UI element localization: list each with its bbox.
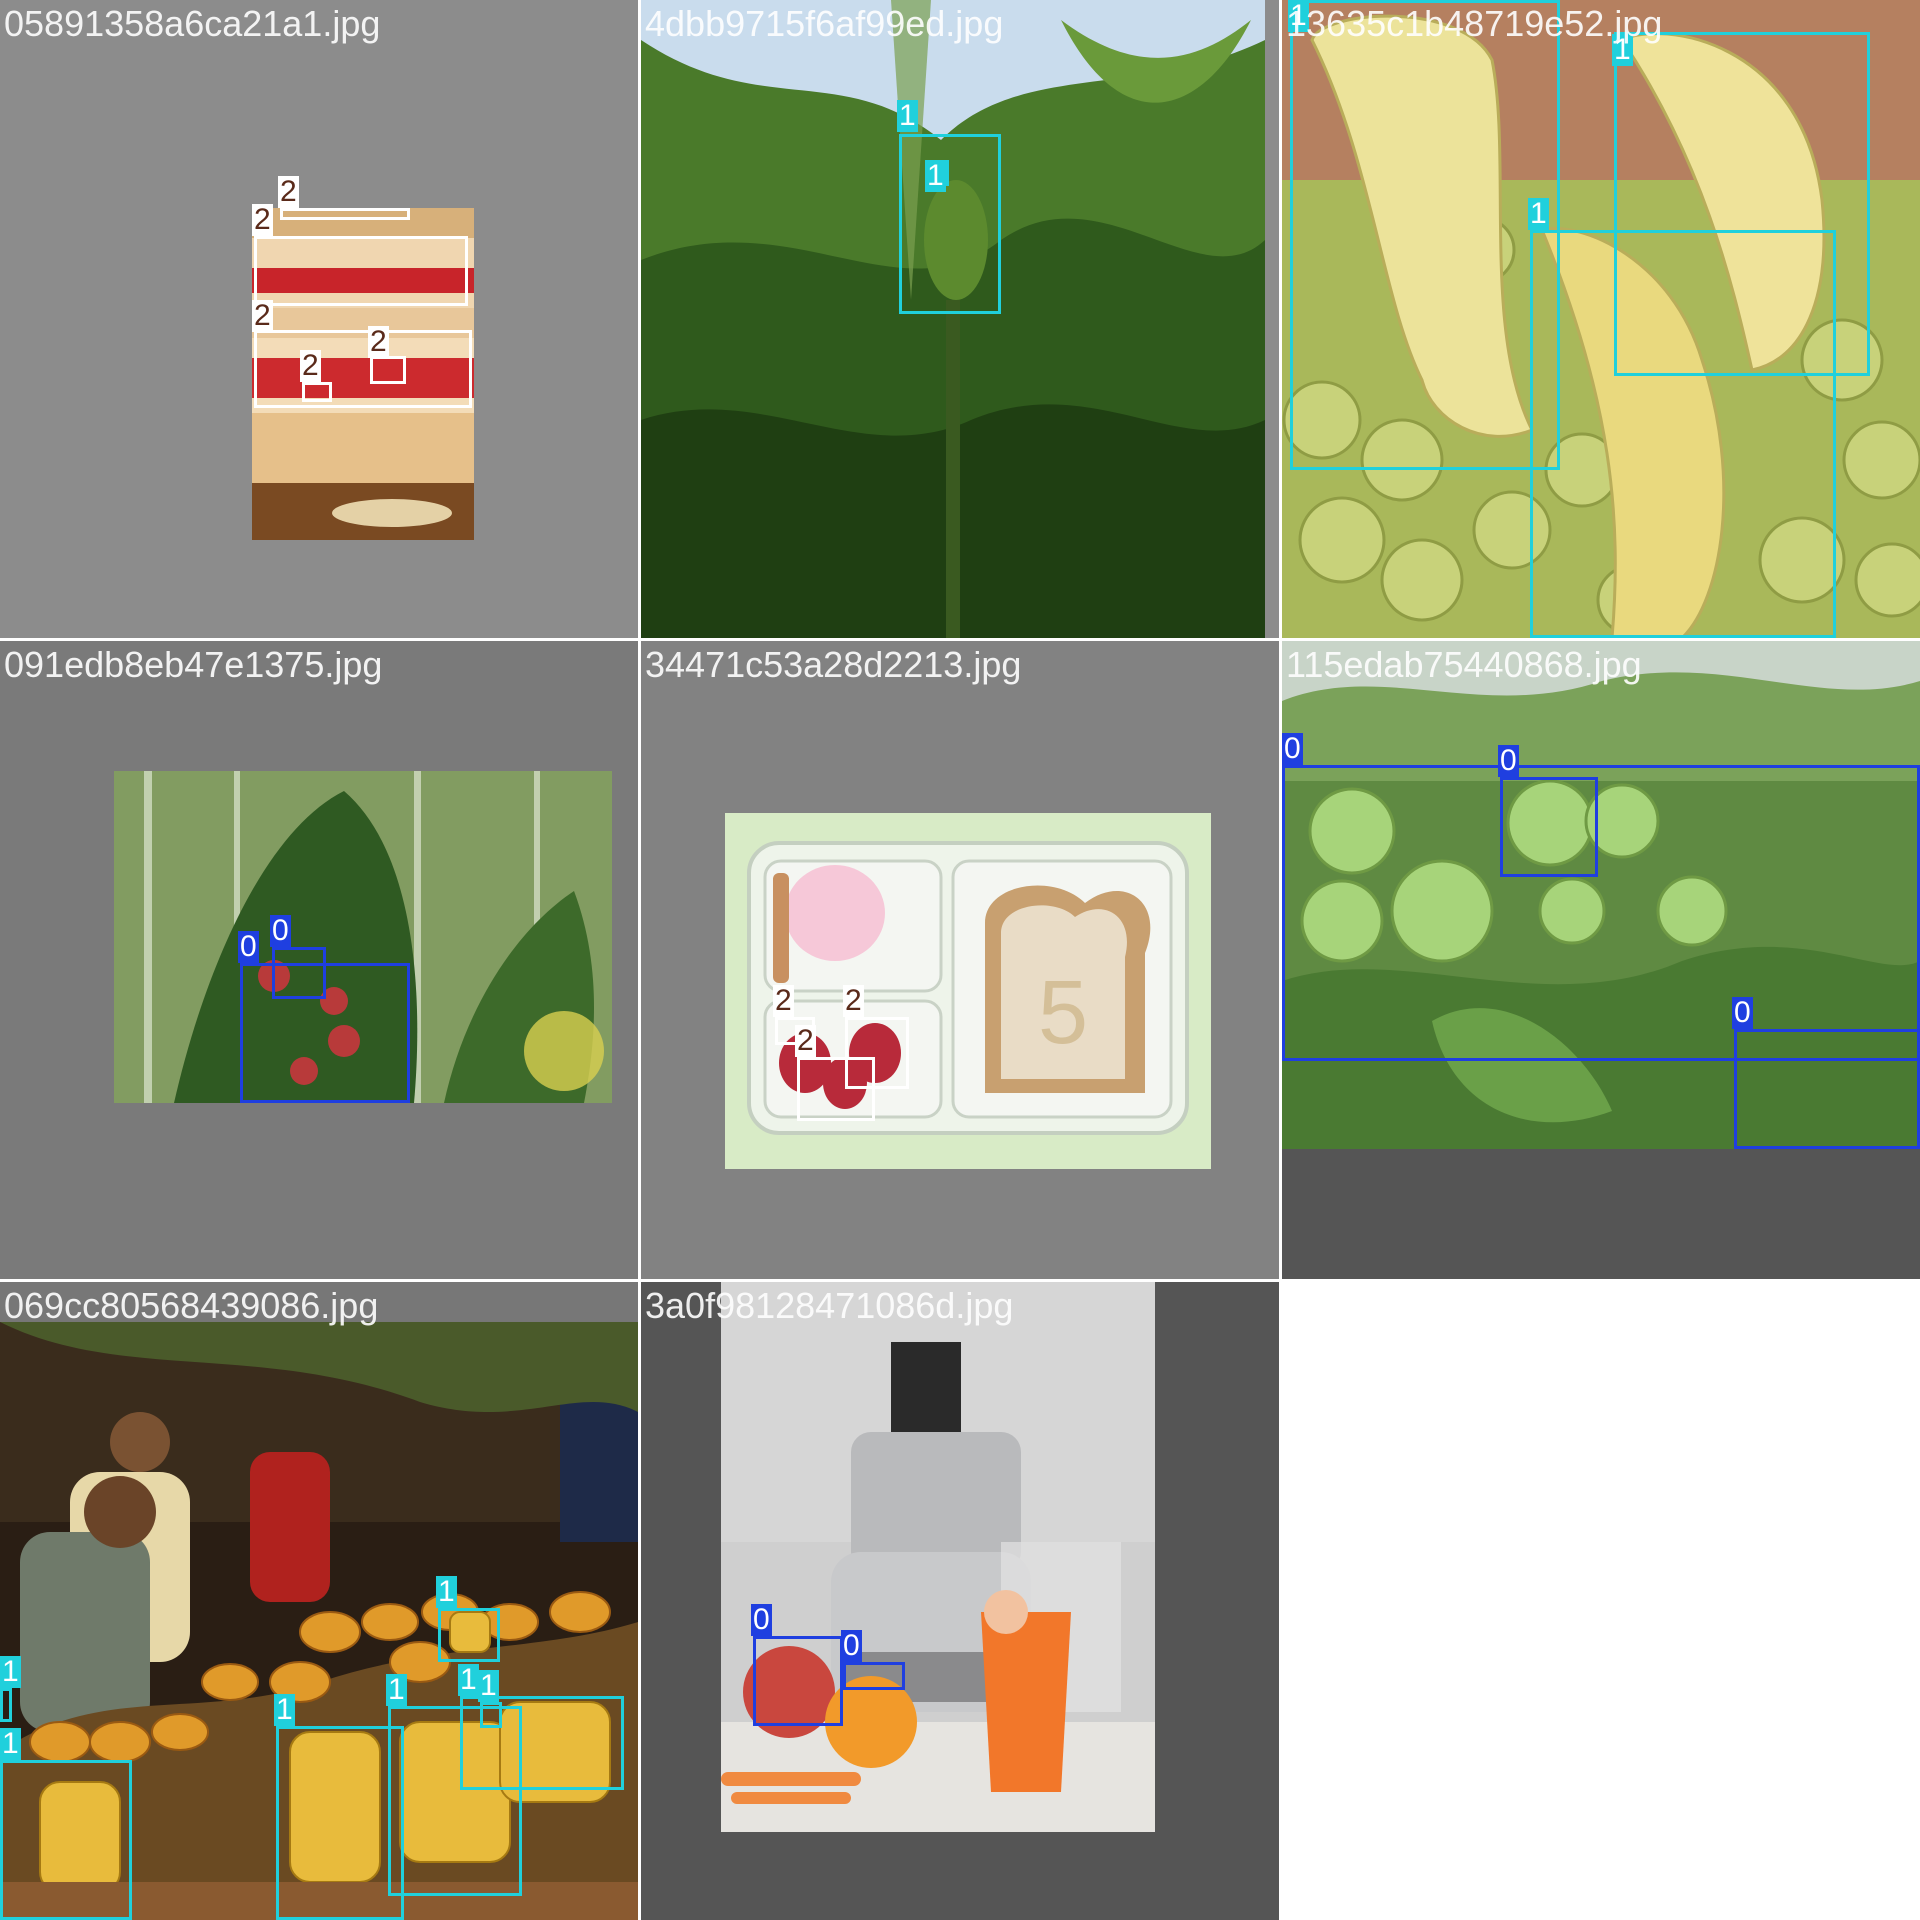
detection-box [272,947,326,999]
detection-box [276,1726,404,1920]
mosaic-tile: 1 1 1 13635c1b48719e52.jpg [1282,0,1920,638]
detection-box [1734,1029,1920,1149]
class-label: 0 [751,1603,772,1636]
mosaic-tile: 0 0 091edb8eb47e1375.jpg [0,641,638,1279]
mosaic-tile: 2 2 2 2 2 05891358a6ca21a1.jpg [0,0,638,638]
class-label: 1 [925,159,946,192]
image-filename: 34471c53a28d2213.jpg [645,644,1022,685]
grid-divider [638,0,641,1920]
mosaic-tile: 1 1 1 1 1 1 1 069cc80568439086.jpg [0,1282,638,1920]
class-label: 2 [368,325,389,358]
class-label: 2 [252,299,273,332]
class-label: 1 [386,1673,407,1706]
grid-divider [0,1279,1920,1282]
svg-text:5: 5 [1038,963,1088,1063]
class-label: 0 [1282,732,1303,765]
detection-box [1500,777,1598,877]
class-label: 1 [1528,197,1549,230]
detection-box [254,236,468,306]
class-label: 2 [773,984,794,1017]
detection-box [480,1702,502,1728]
class-label: 0 [1732,996,1753,1029]
class-label: 1 [458,1663,479,1696]
detection-box [797,1057,875,1121]
detection-box [0,1688,12,1722]
image-filename: 4dbb9715f6af99ed.jpg [645,3,1004,44]
class-label: 0 [841,1629,862,1662]
image-filename: 3a0f98128471086d.jpg [645,1285,1014,1326]
detection-box [1282,765,1920,1061]
class-label: 1 [478,1669,499,1702]
detection-box [280,208,410,220]
class-label: 0 [1498,744,1519,777]
detection-box [370,356,406,384]
mosaic-tile: 5 2 2 2 34471c53a28d2213.jpg [641,641,1279,1279]
class-label: 0 [270,914,291,947]
class-label: 2 [843,984,864,1017]
class-label: 1 [0,1727,21,1760]
image-filename: 13635c1b48719e52.jpg [1286,3,1663,44]
image-filename: 091edb8eb47e1375.jpg [4,644,383,685]
class-label: 1 [436,1575,457,1608]
juicer-photo [721,1282,1155,1832]
class-label: 2 [278,175,299,208]
image-filename: 115edab75440868.jpg [1286,644,1642,685]
class-label: 1 [897,99,918,132]
banana-tree-photo [641,0,1265,638]
image-filename: 069cc80568439086.jpg [4,1285,379,1326]
class-label: 2 [300,349,321,382]
detection-box [0,1760,132,1920]
mosaic-tile: 1 1 4dbb9715f6af99ed.jpg [641,0,1279,638]
detection-box [1530,230,1836,638]
detection-box [438,1608,500,1662]
mosaic-tile: 0 0 3a0f98128471086d.jpg [641,1282,1279,1920]
detection-box [302,382,332,402]
class-label: 1 [0,1655,21,1688]
image-filename: 05891358a6ca21a1.jpg [4,3,381,44]
class-label: 2 [252,203,273,236]
grid-divider [1279,0,1282,1282]
detection-box [1290,0,1560,470]
detection-box [753,1636,843,1726]
grid-divider [0,638,1920,641]
detection-box [899,134,1001,314]
detection-box [843,1662,905,1690]
class-label: 2 [795,1024,816,1057]
class-label: 0 [238,930,259,963]
detection-box [254,330,472,408]
class-label: 1 [274,1693,295,1726]
mosaic-tile: 0 0 0 115edab75440868.jpg [1282,641,1920,1279]
